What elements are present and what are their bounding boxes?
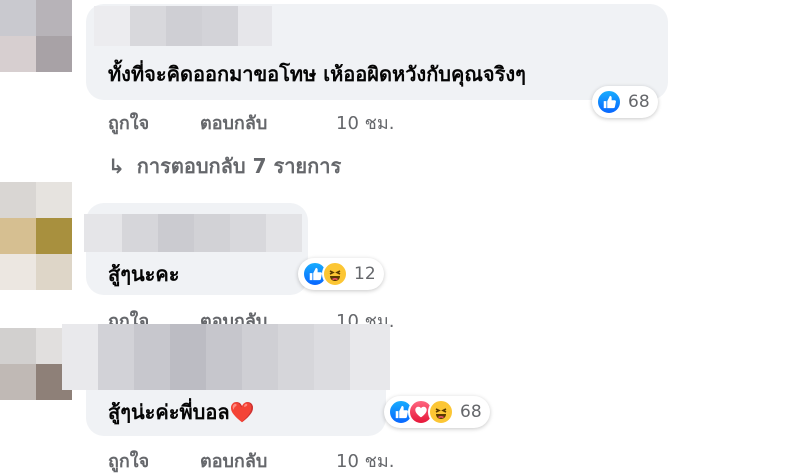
- comment-timestamp[interactable]: 10 ชม.: [336, 108, 394, 137]
- view-replies-label: การตอบกลับ 7 รายการ: [136, 154, 342, 178]
- commenter-name[interactable]: [84, 214, 302, 252]
- view-replies-link[interactable]: ↳ การตอบกลับ 7 รายการ: [108, 150, 341, 182]
- commenter-name[interactable]: [94, 6, 272, 46]
- reply-arrow-icon: ↳: [108, 154, 125, 178]
- reply-button[interactable]: ตอบกลับ: [200, 446, 336, 475]
- reaction-summary[interactable]: 68: [592, 86, 658, 118]
- like-button[interactable]: ถูกใจ: [108, 108, 200, 137]
- reaction-summary[interactable]: 68: [384, 396, 490, 428]
- comment-timestamp[interactable]: 10 ชม.: [336, 446, 394, 475]
- reaction-count: 68: [460, 402, 482, 422]
- comment-text: ทั้งที่จะคิดออกมาขอโทษ เห้ออผิดหวังกับคุ…: [108, 62, 526, 86]
- reaction-count: 68: [628, 92, 650, 112]
- comment-text: สู้ๆนะคะ: [108, 262, 180, 286]
- haha-icon: [428, 399, 454, 425]
- like-icon: [596, 89, 622, 115]
- comment-actions: ถูกใจ ตอบกลับ 10 ชม.: [108, 108, 394, 137]
- comment-text: สู้ๆน่ะค่ะพี่บอล❤️: [108, 400, 255, 424]
- commenter-avatar[interactable]: [0, 182, 72, 290]
- like-button[interactable]: ถูกใจ: [108, 446, 200, 475]
- commenter-avatar[interactable]: [0, 0, 72, 72]
- commenter-name[interactable]: [62, 324, 390, 390]
- reaction-count: 12: [354, 264, 376, 284]
- reply-button[interactable]: ตอบกลับ: [200, 108, 336, 137]
- reaction-summary[interactable]: 12: [298, 258, 384, 290]
- comment-actions: ถูกใจ ตอบกลับ 10 ชม.: [108, 446, 394, 475]
- haha-icon: [322, 261, 348, 287]
